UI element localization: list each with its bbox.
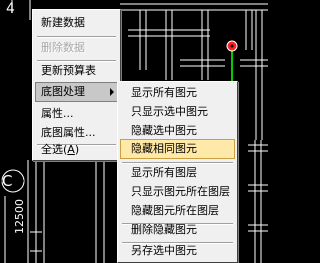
grid-number-label: 4	[6, 1, 15, 17]
menu-item-label: 隐藏选中图元	[131, 124, 197, 137]
basemap-submenu: 显示所有图元 只显示选中图元 隐藏选中图元 隐藏相同图元 显示所有图层 只显示图…	[117, 81, 238, 263]
menu-item-accelerator: A	[67, 143, 75, 156]
menu-item-label: 新建数据	[41, 16, 85, 29]
menu-item-select-all[interactable]: 全选(A)	[35, 140, 118, 160]
submenu-item-hide-same-elements[interactable]: 隐藏相同图元	[120, 139, 235, 159]
menu-item-label: 隐藏图元所在图层	[131, 204, 219, 217]
submenu-item-hide-selected[interactable]: 隐藏选中图元	[120, 121, 235, 141]
selection-marker-center	[230, 44, 234, 48]
dimension-text: 12500	[13, 199, 26, 234]
menu-item-accelerator-close: )	[74, 143, 80, 156]
menu-item-label: 删除隐藏图元	[131, 223, 197, 236]
cad-drawing-canvas[interactable]: 4 C 12500 新建数据 删除数据 更新预算表 底图处理 属性... 底图属	[0, 0, 268, 263]
submenu-item-show-all-layers[interactable]: 显示所有图层	[120, 163, 235, 183]
menu-item-label: 属性...	[41, 107, 74, 120]
submenu-item-show-element-layer-only[interactable]: 只显示图元所在图层	[120, 182, 235, 202]
grid-bubble-letter: C	[2, 172, 12, 190]
menu-item-label: 删除数据	[41, 41, 85, 54]
menu-item-label: 显示所有图层	[131, 166, 197, 179]
menu-item-label: 显示所有图元	[131, 86, 197, 99]
menu-item-update-budget[interactable]: 更新预算表	[35, 61, 118, 81]
context-menu: 新建数据 删除数据 更新预算表 底图处理 属性... 底图属性... 全选(A)	[32, 9, 121, 161]
submenu-item-show-selected-only[interactable]: 只显示选中图元	[120, 102, 235, 122]
submenu-item-save-selected-as[interactable]: 另存选中图元	[120, 241, 235, 261]
submenu-item-show-all-elements[interactable]: 显示所有图元	[120, 83, 235, 103]
menu-item-label: 底图属性...	[41, 126, 96, 139]
menu-item-label: 隐藏相同图元	[131, 142, 197, 155]
menu-item-basemap-processing[interactable]: 底图处理	[35, 82, 118, 102]
menu-item-label: 只显示选中图元	[131, 105, 208, 118]
menu-item-label: 更新预算表	[41, 64, 96, 77]
menu-item-label: 只显示图元所在图层	[131, 185, 230, 198]
submenu-item-hide-element-layer[interactable]: 隐藏图元所在图层	[120, 201, 235, 221]
menu-item-label: 另存选中图元	[131, 244, 197, 257]
submenu-arrow-icon	[110, 88, 114, 96]
menu-item-label: 底图处理	[41, 85, 85, 98]
menu-item-new-data[interactable]: 新建数据	[35, 13, 118, 33]
menu-item-label: 全选	[41, 143, 63, 156]
menu-item-delete-data: 删除数据	[35, 38, 118, 58]
submenu-item-delete-hidden-elements[interactable]: 删除隐藏图元	[120, 220, 235, 240]
menu-item-properties[interactable]: 属性...	[35, 104, 118, 124]
